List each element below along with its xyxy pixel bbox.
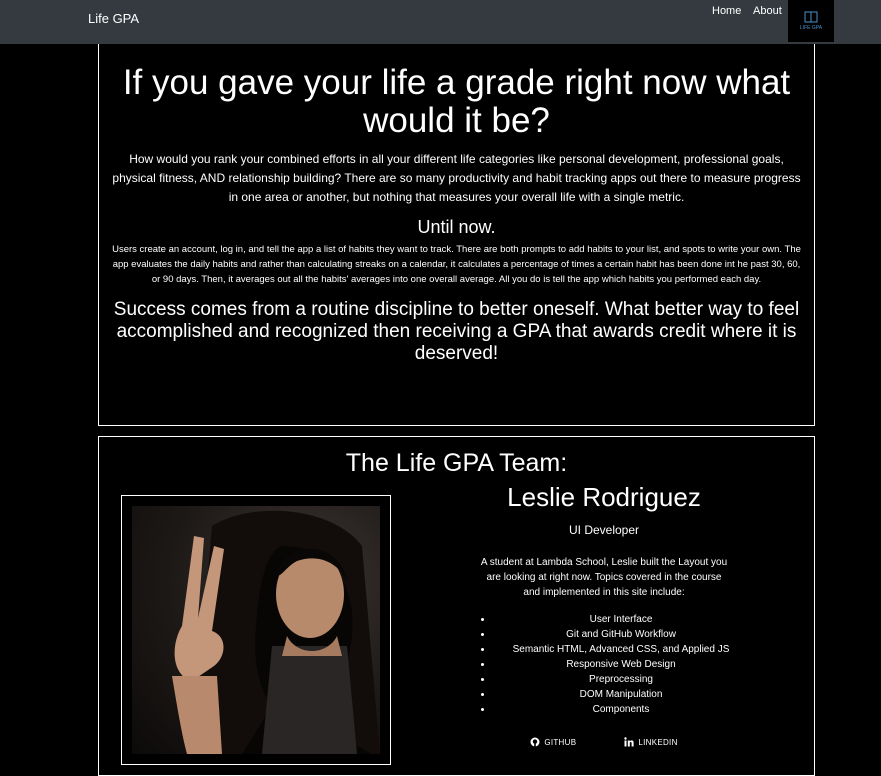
intro-section: If you gave your life a grade right now … [98,44,815,426]
logo-text: LIFE GPA [799,25,823,31]
nav-link-home[interactable]: Home [712,5,741,17]
skill-item: Git and GitHub Workflow [493,627,749,642]
navbar: Life GPA Home About LIFE GPA [0,0,881,44]
linkedin-link[interactable]: LINKEDIN [624,737,677,747]
intro-paragraph: How would you rank your combined efforts… [112,152,801,204]
book-icon [804,11,818,23]
skill-item: Components [493,702,749,717]
skill-item: Preprocessing [493,672,749,687]
member-card: Leslie Rodriguez UI Developer A student … [459,482,749,747]
skill-item: User Interface [493,612,749,627]
social-links: GITHUB LINKEDIN [459,737,749,747]
github-label: GITHUB [544,737,577,747]
member-bio: A student at Lambda School, Leslie built… [480,557,728,598]
member-photo [132,506,380,754]
page-title: If you gave your life a grade right now … [122,63,791,140]
member-role: UI Developer [568,523,640,537]
github-link[interactable]: GITHUB [530,737,576,747]
skill-item: DOM Manipulation [493,687,749,702]
intro-subtitle: Until now. [417,217,496,237]
member-photo-frame [121,495,391,765]
linkedin-icon [624,737,634,747]
team-section: The Life GPA Team: Leslie Rodriguez UI D… [98,436,815,776]
intro-closing: Success comes from a routine discipline … [113,299,800,364]
linkedin-label: LINKEDIN [638,737,678,747]
skill-item: Responsive Web Design [493,657,749,672]
team-title: The Life GPA Team: [345,449,568,477]
skill-item: Semantic HTML, Advanced CSS, and Applied… [493,642,749,657]
brand-link[interactable]: Life GPA [88,11,139,26]
member-name: Leslie Rodriguez [507,482,701,512]
intro-details: Users create an account, log in, and tel… [112,244,801,285]
skills-list: User Interface Git and GitHub Workflow S… [459,612,749,717]
logo[interactable]: LIFE GPA [788,0,834,42]
nav-link-about[interactable]: About [753,5,782,17]
github-icon [530,737,540,747]
